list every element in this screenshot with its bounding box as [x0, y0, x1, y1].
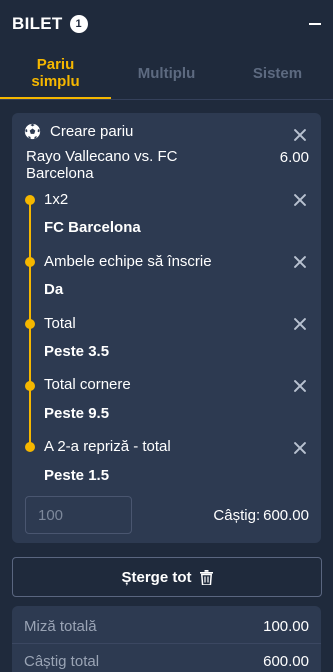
bet-card: Creare pariu Rayo Vallecano vs. FC Barce…: [12, 113, 321, 543]
selection-dot: [25, 319, 35, 329]
selection-dot: [25, 381, 35, 391]
selection-market: Total: [44, 315, 76, 332]
selection-pick: Da: [44, 281, 64, 298]
selection-dot: [25, 195, 35, 205]
betslip-title: BILET: [12, 14, 63, 33]
potential-win-label: Câștig:: [213, 507, 261, 524]
bet-card-title: Creare pariu: [50, 123, 134, 140]
close-bet-icon[interactable]: [293, 128, 307, 142]
clear-all-label: Șterge tot: [121, 568, 192, 586]
match-odds: 6.00: [279, 149, 309, 166]
potential-win-value: 600.00: [263, 507, 309, 524]
tab-system[interactable]: Sistem: [222, 48, 333, 99]
stake-input[interactable]: [25, 496, 132, 534]
selection-market: 1x2: [44, 191, 69, 208]
soccer-ball-icon: [24, 123, 41, 140]
potential-win: Câștig: 600.00: [213, 507, 309, 524]
selection-dot: [25, 442, 35, 452]
selection-dot: [25, 257, 35, 267]
tab-single[interactable]: Pariu simplu: [0, 48, 111, 99]
selection-pick: Peste 1.5: [44, 467, 110, 484]
tab-multiple[interactable]: Multiplu: [111, 48, 222, 99]
selection-market: A 2-a repriză - total: [44, 438, 171, 455]
bet-card-header: Creare pariu: [24, 123, 133, 140]
betslip-header: BILET 1: [0, 0, 333, 48]
total-stake-value: 100.00: [263, 618, 309, 635]
total-stake-label: Miză totală: [24, 618, 97, 635]
selection-pick: Peste 3.5: [44, 343, 110, 360]
bet-type-tabs: Pariu simplu Multiplu Sistem: [0, 48, 333, 100]
clear-all-button[interactable]: Șterge tot: [12, 557, 322, 597]
selection-pick: FC Barcelona: [44, 219, 141, 236]
remove-selection-icon[interactable]: [293, 441, 307, 455]
selection-pick: Peste 9.5: [44, 405, 110, 422]
trash-icon: [199, 569, 213, 585]
collapse-icon[interactable]: [309, 23, 321, 25]
selection-market: Ambele echipe să înscrie: [44, 253, 212, 270]
remove-selection-icon[interactable]: [293, 255, 307, 269]
total-win-value: 600.00: [263, 653, 309, 670]
total-win-label: Câștig total: [24, 653, 100, 670]
bet-summary: Miză totală 100.00 Câștig total 600.00: [12, 606, 321, 672]
selection-market: Total cornere: [44, 376, 131, 393]
match-name: Rayo Vallecano vs. FC Barcelona: [26, 148, 178, 182]
remove-selection-icon[interactable]: [293, 317, 307, 331]
summary-divider: [12, 643, 321, 644]
selection-count-badge: 1: [69, 15, 88, 33]
remove-selection-icon[interactable]: [293, 379, 307, 393]
remove-selection-icon[interactable]: [293, 193, 307, 207]
